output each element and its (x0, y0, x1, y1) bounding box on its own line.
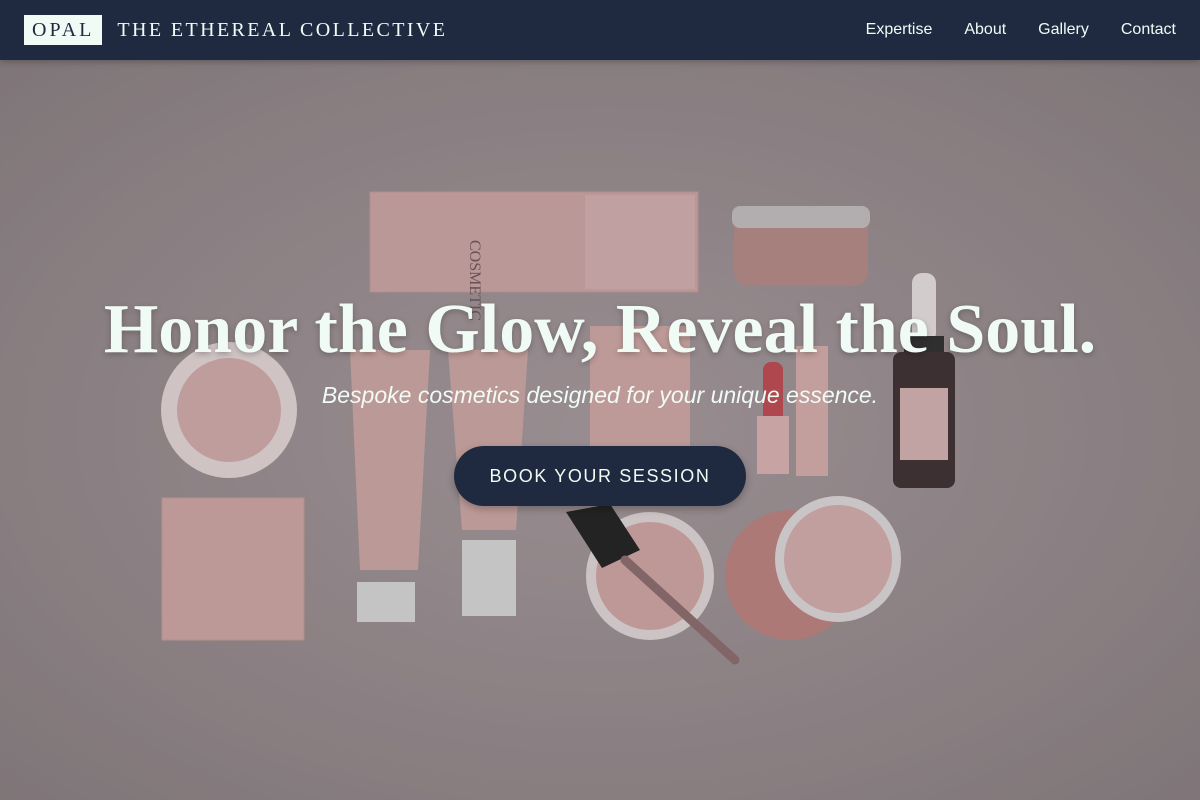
hero-title: Honor the Glow, Reveal the Soul. (103, 291, 1097, 368)
nav-link-expertise[interactable]: Expertise (866, 21, 933, 39)
nav-link-about[interactable]: About (964, 21, 1006, 39)
nav-link-contact[interactable]: Contact (1121, 21, 1176, 39)
navbar: OPAL THE ETHEREAL COLLECTIVE Expertise A… (0, 0, 1200, 60)
nav-links: Expertise About Gallery Contact (866, 21, 1176, 39)
brand-name[interactable]: THE ETHEREAL COLLECTIVE (117, 19, 447, 42)
logo[interactable]: OPAL (24, 15, 103, 45)
hero-overlay (0, 60, 1200, 800)
nav-link-gallery[interactable]: Gallery (1038, 21, 1089, 39)
hero-subtitle: Bespoke cosmetics designed for your uniq… (321, 382, 879, 408)
book-session-button[interactable]: BOOK YOUR SESSION (454, 446, 746, 506)
hero-section: COSMETIC Honor the Glow, Reveal the Soul… (0, 60, 1200, 800)
